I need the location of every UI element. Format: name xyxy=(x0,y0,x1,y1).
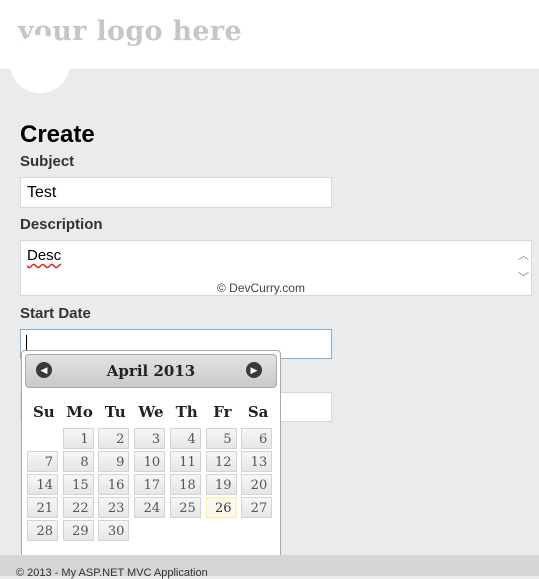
day-cell: 16 xyxy=(98,474,132,495)
day-button[interactable]: 27 xyxy=(241,497,273,518)
day-cell: 9 xyxy=(98,451,132,472)
day-cell: 1 xyxy=(62,428,97,449)
day-cell xyxy=(206,520,240,541)
day-cell: 4 xyxy=(169,428,204,449)
header: your logo here xyxy=(0,0,539,70)
day-cell: 17 xyxy=(134,474,168,495)
day-button[interactable]: 17 xyxy=(134,474,166,495)
day-cell: 2 xyxy=(98,428,132,449)
subject-label: Subject xyxy=(20,153,75,170)
day-button[interactable]: 11 xyxy=(169,451,201,472)
day-cell: 22 xyxy=(62,497,97,518)
datepicker-popup: ◀ April 2013 ▶ Su Mo Tu We Th Fr Sa 1234567891… xyxy=(21,350,281,564)
day-button[interactable]: 20 xyxy=(241,474,273,495)
day-cell: 27 xyxy=(241,497,275,518)
day-button[interactable]: 10 xyxy=(134,451,166,472)
day-button[interactable]: 23 xyxy=(98,497,130,518)
day-cell: 29 xyxy=(62,520,97,541)
day-button[interactable]: 7 xyxy=(27,451,58,472)
weekday-header: Th xyxy=(175,403,198,421)
day-cell: 5 xyxy=(205,428,240,449)
day-cell: 26 xyxy=(205,497,240,518)
week-row: 21 22 23 24 25 26 27 xyxy=(27,497,275,518)
day-cell: 20 xyxy=(241,474,275,495)
weekday-header: Mo xyxy=(66,403,93,421)
day-button[interactable]: 18 xyxy=(169,474,201,495)
day-cell xyxy=(134,520,168,541)
weekday-header: Fr xyxy=(213,403,232,421)
day-button[interactable]: 13 xyxy=(241,451,273,472)
week-row: 28 29 30 xyxy=(27,520,275,541)
day-cell xyxy=(241,520,275,541)
subject-input[interactable]: Test xyxy=(20,177,332,208)
day-button[interactable]: 25 xyxy=(169,497,201,518)
day-button[interactable]: 4 xyxy=(169,428,201,449)
day-cell: 28 xyxy=(27,520,61,541)
day-cell: 10 xyxy=(134,451,168,472)
weekday-header: We xyxy=(138,403,164,421)
week-row: 7 8 9 10 11 12 13 xyxy=(27,451,275,472)
day-button[interactable]: 6 xyxy=(241,428,273,449)
day-button[interactable]: 22 xyxy=(62,497,94,518)
day-button[interactable]: 1 xyxy=(62,428,94,449)
weekday-header: Su xyxy=(32,403,55,421)
day-cell: 23 xyxy=(98,497,132,518)
day-button[interactable]: 15 xyxy=(62,474,94,495)
day-button[interactable]: 8 xyxy=(62,451,94,472)
day-cell: 11 xyxy=(169,451,204,472)
day-button[interactable]: 3 xyxy=(134,428,166,449)
subject-value: Test xyxy=(27,184,57,201)
day-cell: 8 xyxy=(62,451,97,472)
start-date-label: Start Date xyxy=(20,305,91,322)
datepicker-grid: Su Mo Tu We Th Fr Sa 1 2 3 4 5 6 7 8 9 10 11 12 13 14 15 16 17… xyxy=(25,396,277,543)
day-cell: 30 xyxy=(98,520,132,541)
day-button[interactable]: 28 xyxy=(27,520,58,541)
day-today[interactable]: 26 xyxy=(205,497,237,518)
watermark: © DevCurry.com xyxy=(217,281,305,295)
datepicker-header: ◀ April 2013 ▶ xyxy=(25,354,277,388)
page-title: Create xyxy=(20,121,95,148)
day-cell xyxy=(27,428,61,449)
day-button[interactable]: 24 xyxy=(134,497,166,518)
scroll-down-icon[interactable]: ﹀ xyxy=(518,273,529,284)
day-button[interactable]: 2 xyxy=(98,428,130,449)
week-row: 123456 xyxy=(27,428,275,449)
week-row: 14 15 16 17 18 19 20 xyxy=(27,474,275,495)
day-button[interactable]: 14 xyxy=(27,474,58,495)
day-cell: 19 xyxy=(205,474,240,495)
day-cell: 25 xyxy=(169,497,204,518)
weekday-header: Tu xyxy=(104,403,126,421)
day-button[interactable]: 21 xyxy=(27,497,58,518)
day-button[interactable]: 19 xyxy=(205,474,237,495)
day-cell: 6 xyxy=(241,428,275,449)
scroll-up-icon[interactable]: ︿ xyxy=(518,251,529,262)
footer: © 2013 - My ASP.NET MVC Application xyxy=(0,555,539,579)
weekday-header: Sa xyxy=(247,403,269,421)
day-cell: 24 xyxy=(134,497,168,518)
description-label: Description xyxy=(20,216,103,233)
description-value: Desc xyxy=(27,247,62,264)
next-month-icon[interactable]: ▶ xyxy=(246,362,262,378)
day-cell: 15 xyxy=(62,474,97,495)
footer-copyright: © 2013 - My ASP.NET MVC Application xyxy=(16,567,208,579)
day-button[interactable]: 5 xyxy=(205,428,237,449)
day-button[interactable]: 29 xyxy=(62,520,94,541)
logo-bubble-decoration xyxy=(10,35,70,93)
day-cell: 18 xyxy=(169,474,204,495)
day-cell: 13 xyxy=(241,451,275,472)
day-cell: 21 xyxy=(27,497,61,518)
day-button[interactable]: 9 xyxy=(98,451,130,472)
day-cell: 3 xyxy=(134,428,168,449)
day-button[interactable]: 16 xyxy=(98,474,130,495)
day-cell xyxy=(170,520,204,541)
day-cell: 12 xyxy=(205,451,240,472)
day-cell: 14 xyxy=(27,474,61,495)
datepicker-month-year: April 2013 xyxy=(106,362,196,380)
day-cell: 7 xyxy=(27,451,61,472)
day-button[interactable]: 30 xyxy=(98,520,130,541)
day-button[interactable]: 12 xyxy=(205,451,237,472)
